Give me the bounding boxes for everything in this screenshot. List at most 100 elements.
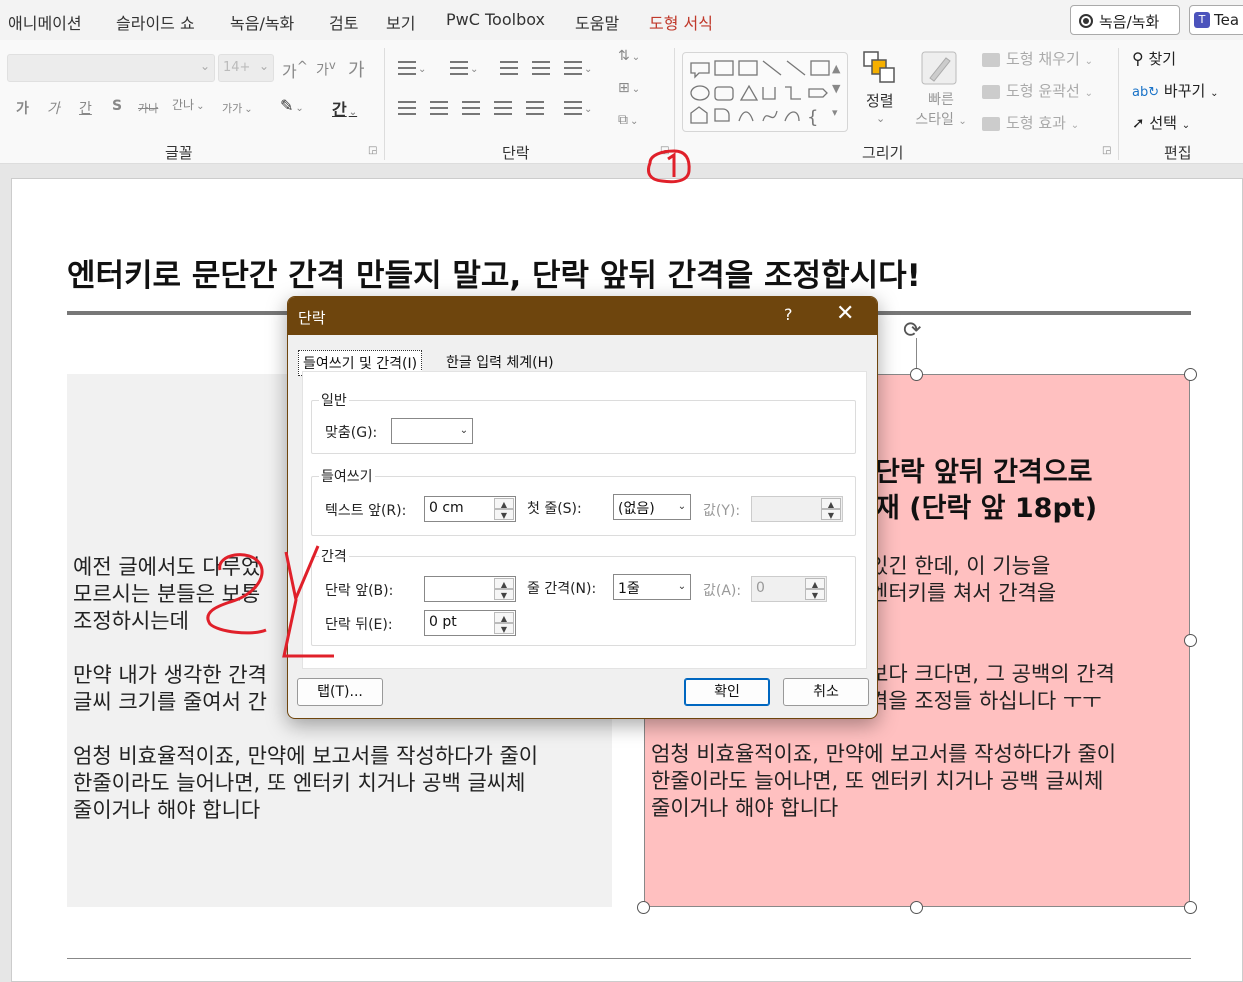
font-color-button[interactable]: 간 ⌄ — [332, 96, 357, 120]
clear-format-button[interactable]: 가 — [348, 56, 365, 82]
font-dialog-launcher-icon[interactable]: ◲ — [368, 145, 377, 156]
select-button[interactable]: ➚ 선택 ⌄ — [1132, 112, 1190, 133]
record-button[interactable]: 녹음/녹화 — [1070, 5, 1180, 35]
underline-button[interactable]: 간 — [79, 98, 92, 118]
help-icon[interactable]: ? — [784, 305, 793, 324]
resize-handle-right[interactable] — [1184, 634, 1197, 647]
font-name-combo[interactable]: ⌄ — [7, 54, 215, 82]
spinner-buttons[interactable]: ▲ ▼ — [821, 498, 841, 520]
arrange-label: 정렬 — [866, 92, 894, 110]
spin-down-icon[interactable]: ▼ — [494, 623, 514, 634]
spin-up-icon[interactable]: ▲ — [805, 578, 825, 589]
ribbon: ⌄ 14+ ⌄ 가^ 가v 가 가 가 간 S 가나 간나 ⌄ 가가 ⌄ ✎ ⌄ 간 ⌄… — [0, 40, 1243, 164]
by-spinner[interactable]: ▲ ▼ — [751, 496, 843, 522]
find-button[interactable]: ⚲ 찾기 — [1132, 48, 1176, 69]
cancel-button[interactable]: 취소 — [783, 678, 869, 706]
spin-up-icon[interactable]: ▲ — [494, 612, 514, 623]
ok-button[interactable]: 확인 — [684, 678, 770, 706]
tab-slideshow[interactable]: 슬라이드 쇼 — [116, 10, 195, 34]
spin-down-icon[interactable]: ▼ — [494, 589, 514, 600]
italic-button[interactable]: 가 — [47, 98, 60, 118]
justify-button[interactable] — [494, 100, 512, 116]
dialog-titlebar[interactable]: 단락 ? ✕ — [288, 297, 877, 335]
record-icon — [1079, 14, 1093, 28]
spin-down-icon[interactable]: ▼ — [805, 589, 825, 600]
resize-handle-bottom-right[interactable] — [1184, 901, 1197, 914]
font-size-combo[interactable]: 14+ ⌄ — [218, 54, 274, 82]
numbering-button[interactable]: ⌄ — [450, 60, 478, 76]
distribute-icon — [526, 101, 544, 115]
bullets-button[interactable]: ⌄ — [398, 60, 426, 76]
char-spacing-button[interactable]: 간나 ⌄ — [172, 96, 204, 113]
before-text-spinner[interactable]: 0 cm ▲ ▼ — [424, 496, 516, 522]
bold-button[interactable]: 가 — [16, 98, 29, 118]
before-text-label: 텍스트 앞(R): — [325, 503, 407, 519]
spin-up-icon[interactable]: ▲ — [821, 498, 841, 509]
slide-title[interactable]: 엔터키로 문단간 간격 만들지 말고, 단락 앞뒤 간격을 조정합시다! — [67, 250, 921, 295]
spacing-after-spinner[interactable]: 0 pt ▲ ▼ — [424, 610, 516, 636]
first-line-select[interactable]: (없음) ⌄ — [613, 494, 691, 520]
spin-up-icon[interactable]: ▲ — [494, 498, 514, 509]
align-left-button[interactable] — [398, 100, 416, 116]
resize-handle-top[interactable] — [910, 368, 923, 381]
tab-shape-format[interactable]: 도형 서식 — [649, 10, 713, 34]
at-spinner[interactable]: 0 ▲ ▼ — [751, 576, 827, 602]
increase-indent-button[interactable] — [532, 60, 550, 76]
close-icon[interactable]: ✕ — [836, 301, 854, 326]
tab-pwc-toolbox[interactable]: PwC Toolbox — [446, 10, 545, 29]
spinner-buttons[interactable]: ▲ ▼ — [494, 578, 514, 600]
dialog-tab-pane: 일반 맞춤(G): ⌄ 들여쓰기 텍스트 앞(R): 0 cm ▲ ▼ 첫 줄(S… — [302, 371, 867, 669]
distribute-button[interactable] — [526, 100, 544, 116]
alignment-select[interactable]: ⌄ — [391, 418, 473, 444]
tab-help[interactable]: 도움말 — [575, 10, 619, 34]
align-text-button[interactable]: ⊞ ⌄ — [618, 80, 640, 96]
resize-handle-bottom[interactable] — [910, 901, 923, 914]
group-divider — [384, 48, 385, 160]
columns-button[interactable]: ⌄ — [564, 100, 592, 116]
line-spacing-select[interactable]: 1줄 ⌄ — [613, 574, 691, 600]
change-case-button[interactable]: 가가 ⌄ — [222, 100, 253, 116]
highlight-button[interactable]: ✎ ⌄ — [280, 96, 304, 115]
tabs-button[interactable]: 탭(T)... — [297, 678, 383, 706]
smartart-button[interactable]: ⧉ ⌄ — [618, 112, 638, 128]
grow-font-button[interactable]: 가^ — [282, 58, 308, 82]
resize-handle-top-right[interactable] — [1184, 368, 1197, 381]
gallery-more-icon[interactable]: ▾ — [832, 106, 838, 119]
align-center-button[interactable] — [430, 100, 448, 116]
shape-fill-button[interactable]: 도형 채우기 ⌄ — [982, 48, 1093, 69]
replace-button[interactable]: ab↻ 바꾸기 ⌄ — [1132, 80, 1218, 101]
shadow-button[interactable]: S — [112, 98, 122, 114]
strikethrough-button[interactable]: 가나 — [138, 100, 158, 116]
tab-animations[interactable]: 애니메이션 — [8, 10, 82, 34]
gallery-scroll-down-icon[interactable]: ▼ — [832, 82, 840, 95]
gallery-scroll-up-icon[interactable]: ▲ — [832, 62, 840, 75]
tab-view[interactable]: 보기 — [386, 10, 415, 34]
bullets-icon — [398, 61, 416, 75]
spinner-buttons[interactable]: ▲ ▼ — [494, 498, 514, 520]
resize-handle-bottom-left[interactable] — [637, 901, 650, 914]
spacing-before-spinner[interactable]: ▲ ▼ — [424, 576, 516, 602]
shape-outline-button[interactable]: 도형 윤곽선 ⌄ — [982, 80, 1093, 101]
align-right-button[interactable] — [462, 100, 480, 116]
text-direction-button[interactable]: ⇅ ⌄ — [618, 48, 640, 64]
group-divider — [1118, 48, 1119, 160]
shape-effects-button[interactable]: 도형 효과 ⌄ — [982, 112, 1079, 133]
spinner-buttons[interactable]: ▲ ▼ — [494, 612, 514, 634]
shapes-gallery[interactable]: { — [682, 52, 848, 132]
spinner-buttons[interactable]: ▲ ▼ — [805, 578, 825, 600]
drawing-dialog-launcher-icon[interactable]: ◲ — [1102, 145, 1111, 156]
teams-button[interactable]: T Tea — [1189, 5, 1243, 35]
rotate-handle-icon[interactable]: ⟳ — [903, 318, 921, 343]
shrink-font-button[interactable]: 가v — [316, 58, 336, 80]
quick-styles-label: 빠른 스타일 ⌄ — [915, 92, 967, 128]
decrease-indent-button[interactable] — [500, 60, 518, 76]
right-body-line: 줄이거나 해야 합니다 — [651, 796, 839, 820]
tab-review[interactable]: 검토 — [329, 10, 358, 34]
spin-down-icon[interactable]: ▼ — [494, 509, 514, 520]
tab-recording[interactable]: 녹음/녹화 — [230, 10, 294, 34]
spin-up-icon[interactable]: ▲ — [494, 578, 514, 589]
paragraph-dialog-launcher-icon[interactable]: ◲ — [660, 145, 669, 156]
line-spacing-button[interactable]: ⌄ — [564, 60, 592, 76]
first-line-label: 첫 줄(S): — [527, 501, 582, 517]
spin-down-icon[interactable]: ▼ — [821, 509, 841, 520]
